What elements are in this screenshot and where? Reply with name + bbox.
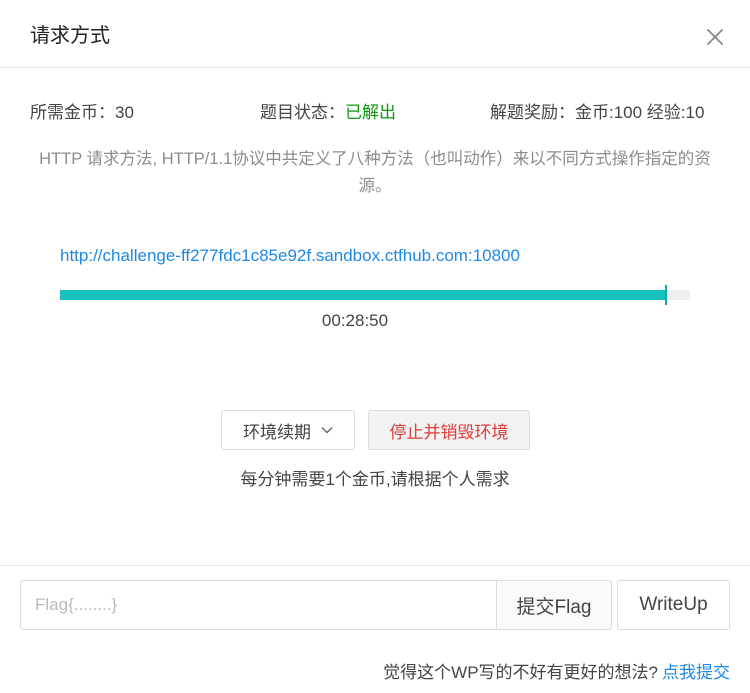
required-coins-label: 所需金币：: [30, 103, 115, 122]
challenge-status: 题目状态：已解出: [260, 102, 396, 124]
dialog-title: 请求方式: [30, 25, 110, 47]
chevron-down-icon: [321, 427, 333, 434]
close-icon[interactable]: [704, 26, 726, 48]
solve-reward-label: 解题奖励：: [490, 103, 575, 122]
challenge-status-value: 已解出: [345, 103, 396, 122]
renew-environment-button[interactable]: 环境续期: [221, 410, 355, 450]
challenge-status-label: 题目状态：: [260, 103, 345, 122]
challenge-description: HTTP 请求方法, HTTP/1.1协议中共定义了八种方法（也叫动作）来以不同…: [39, 150, 711, 195]
dialog-header: 请求方式: [0, 0, 750, 68]
environment-url-link[interactable]: http://challenge-ff277fdc1c85e92f.sandbo…: [60, 245, 520, 267]
writeup-button[interactable]: WriteUp: [617, 580, 730, 630]
time-remaining-marker: [665, 285, 668, 305]
time-remaining-timer: 00:28:50: [321, 311, 389, 330]
required-coins-value: 30: [115, 103, 134, 122]
section-divider: [0, 565, 750, 566]
coin-cost-note: 每分钟需要1个金币,请根据个人需求: [240, 470, 510, 489]
stop-destroy-environment-button[interactable]: 停止并销毁环境: [368, 410, 530, 450]
solve-reward: 解题奖励：金币:100 经验:10: [490, 102, 704, 124]
solve-reward-value: 金币:100 经验:10: [575, 103, 705, 122]
renew-environment-label: 环境续期: [243, 422, 311, 442]
submit-flag-button[interactable]: 提交Flag: [496, 580, 612, 630]
flag-input[interactable]: [20, 580, 497, 630]
writeup-feedback-prompt: 觉得这个WP写的不好有更好的想法?: [383, 663, 658, 682]
required-coins: 所需金币：30: [30, 102, 134, 124]
writeup-feedback: 觉得这个WP写的不好有更好的想法? 点我提交: [383, 658, 730, 683]
time-remaining-bar: [60, 285, 690, 305]
writeup-feedback-link[interactable]: 点我提交: [662, 663, 730, 682]
time-remaining-fill: [60, 290, 667, 300]
